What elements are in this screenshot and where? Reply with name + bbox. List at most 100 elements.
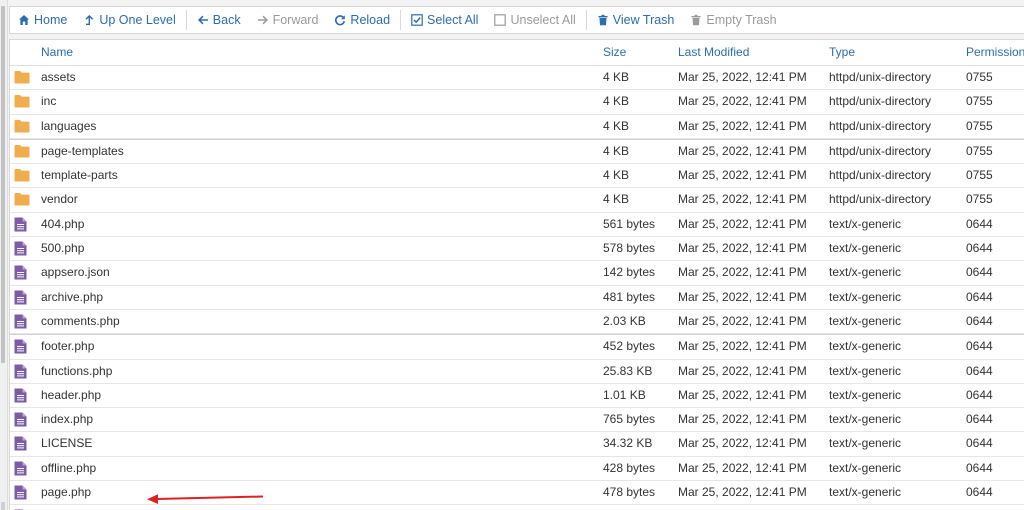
row-permissions: 0644 — [966, 412, 993, 427]
table-row[interactable]: functions.php 25.83 KB Mar 25, 2022, 12:41… — [10, 359, 1024, 384]
row-name: page.php — [41, 485, 92, 500]
row-last-modified: Mar 25, 2022, 12:41 PM — [678, 313, 807, 328]
row-type: text/x-generic — [829, 216, 902, 231]
row-size: 578 bytes — [603, 241, 656, 256]
file-icon — [14, 217, 32, 232]
row-name: pagewithnofooter.php — [41, 505, 156, 510]
row-name: comments.php — [41, 313, 120, 328]
row-name: offline.php — [41, 460, 97, 475]
reload-button[interactable]: Reload — [326, 7, 398, 33]
row-last-modified: Mar 25, 2022, 12:41 PM — [678, 289, 807, 304]
column-header-permissions[interactable]: Permissions — [966, 40, 1024, 65]
table-row[interactable]: header.php 1.01 KB Mar 25, 2022, 12:41 PM t… — [10, 383, 1024, 409]
level-up-icon — [83, 14, 95, 26]
table-row[interactable]: inc 4 KB Mar 25, 2022, 12:41 PM httpd/unix-… — [10, 90, 1024, 115]
left-scrollbar-thumb[interactable] — [1, 6, 5, 363]
row-last-modified: Mar 25, 2022, 12:41 PM — [678, 387, 807, 402]
left-scrollbar[interactable] — [0, 0, 8, 510]
file-icon — [14, 412, 32, 427]
unselect-all-label: Unselect All — [510, 13, 576, 27]
toolbar-divider — [400, 10, 402, 30]
table-row[interactable]: footer.php 452 bytes Mar 25, 2022, 12:41 P… — [10, 334, 1024, 360]
column-header-size[interactable]: Size — [603, 40, 626, 65]
row-size: 4 KB — [603, 118, 630, 133]
row-last-modified: Mar 25, 2022, 12:41 PM — [678, 70, 807, 84]
row-permissions: 0644 — [966, 339, 993, 354]
row-last-modified: Mar 25, 2022, 12:41 PM — [678, 216, 807, 231]
home-icon — [18, 14, 30, 26]
row-size: 142 bytes — [603, 265, 656, 280]
row-permissions: 0644 — [966, 363, 993, 378]
row-type: text/x-generic — [829, 241, 902, 256]
table-row[interactable]: vendor 4 KB Mar 25, 2022, 12:41 PM httpd/un… — [10, 188, 1024, 213]
unselect-all-button[interactable]: Unselect All — [486, 7, 583, 33]
row-size: 4 KB — [603, 94, 630, 109]
row-size: 4 KB — [603, 70, 630, 84]
file-icon — [14, 265, 32, 280]
table-row[interactable]: offline.php 428 bytes Mar 25, 2022, 12:41 … — [10, 456, 1024, 482]
forward-button[interactable]: Forward — [249, 7, 327, 33]
back-button[interactable]: Back — [189, 7, 249, 33]
row-permissions: 0755 — [966, 143, 993, 158]
table-row[interactable]: languages 4 KB Mar 25, 2022, 12:41 PM httpd… — [10, 114, 1024, 139]
row-type: text/x-generic — [829, 363, 902, 378]
checkbox-empty-icon — [494, 14, 507, 26]
home-label: Home — [34, 13, 68, 27]
row-name: functions.php — [41, 363, 113, 378]
row-type: httpd/unix-directory — [829, 94, 932, 109]
row-size: 25.83 KB — [603, 363, 653, 378]
row-permissions: 0644 — [966, 265, 993, 280]
table-row[interactable]: template-parts 4 KB Mar 25, 2022, 12:41 PM… — [10, 164, 1024, 189]
table-row[interactable]: archive.php 481 bytes Mar 25, 2022, 12:41 … — [10, 285, 1024, 310]
table-row[interactable]: 404.php 561 bytes Mar 25, 2022, 12:41 PM te… — [10, 212, 1024, 238]
row-last-modified: Mar 25, 2022, 12:41 PM — [678, 94, 807, 109]
row-permissions: 0644 — [966, 485, 993, 500]
home-button[interactable]: Home — [10, 7, 75, 33]
arrow-right-icon — [257, 14, 269, 26]
toolbar-divider — [585, 10, 587, 30]
row-type: text/x-generic — [829, 265, 902, 280]
row-size: 428 bytes — [603, 460, 656, 475]
row-name: index.php — [41, 412, 94, 427]
row-last-modified: Today, 11:58 PM — [678, 505, 766, 510]
row-name: template-parts — [41, 168, 118, 183]
row-name: languages — [41, 118, 97, 133]
arrow-left-icon — [197, 14, 209, 26]
row-permissions: 0644 — [966, 460, 993, 475]
row-name: header.php — [41, 387, 102, 402]
row-size: 2.03 KB — [603, 313, 646, 328]
column-header-last-modified[interactable]: Last Modified — [678, 40, 749, 65]
file-manager-toolbar: Home Up One Level Back Forward Reload Se… — [9, 6, 1024, 34]
file-icon — [14, 485, 32, 500]
table-row[interactable]: pagewithnofooter.php 888 bytes Today, 11:5… — [10, 505, 1024, 510]
empty-trash-button[interactable]: Empty Trash — [682, 7, 784, 33]
row-size: 765 bytes — [603, 412, 656, 427]
row-last-modified: Mar 25, 2022, 12:41 PM — [678, 412, 807, 427]
row-last-modified: Mar 25, 2022, 12:41 PM — [678, 265, 807, 280]
table-row[interactable]: index.php 765 bytes Mar 25, 2022, 12:41 PM… — [10, 408, 1024, 433]
row-last-modified: Mar 25, 2022, 12:41 PM — [678, 241, 807, 256]
table-row[interactable]: comments.php 2.03 KB Mar 25, 2022, 12:41 P… — [10, 309, 1024, 335]
file-icon — [14, 290, 32, 305]
view-trash-button[interactable]: View Trash — [589, 7, 683, 33]
up-one-level-button[interactable]: Up One Level — [75, 7, 183, 33]
table-row[interactable]: appsero.json 142 bytes Mar 25, 2022, 12:41… — [10, 261, 1024, 286]
folder-icon — [14, 119, 32, 134]
table-row[interactable]: assets 4 KB Mar 25, 2022, 12:41 PM httpd/un… — [10, 66, 1024, 91]
column-header-type[interactable]: Type — [829, 40, 855, 65]
table-row[interactable]: LICENSE 34.32 KB Mar 25, 2022, 12:41 PM tex… — [10, 432, 1024, 457]
row-size: 1.01 KB — [603, 387, 646, 402]
row-permissions: 0755 — [966, 70, 993, 84]
row-last-modified: Mar 25, 2022, 12:41 PM — [678, 363, 807, 378]
select-all-button[interactable]: Select All — [403, 7, 486, 33]
row-type: text/x-generic — [829, 412, 902, 427]
file-icon — [14, 364, 32, 379]
table-row[interactable]: 500.php 578 bytes Mar 25, 2022, 12:41 PM te… — [10, 237, 1024, 262]
table-header: Name Size Last Modified Type Permissions — [10, 40, 1024, 66]
row-type: httpd/unix-directory — [829, 168, 932, 183]
column-header-name[interactable]: Name — [41, 40, 73, 65]
left-scrollbar-track — [1, 502, 5, 510]
row-permissions: 0755 — [966, 94, 993, 109]
forward-label: Forward — [272, 13, 319, 27]
table-row[interactable]: page-templates 4 KB Mar 25, 2022, 12:41 PM… — [10, 138, 1024, 165]
